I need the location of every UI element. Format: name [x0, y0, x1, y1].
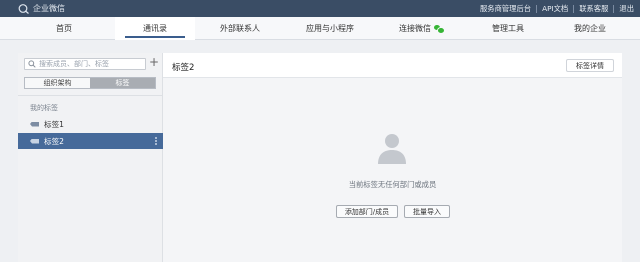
nav-connect-wechat[interactable]: 连接微信: [376, 17, 466, 40]
top-header: 企业微信 服务商管理后台 API文档 联系客服 退出: [0, 0, 640, 17]
top-links: 服务商管理后台 API文档 联系客服 退出: [480, 4, 634, 14]
nav-management-tools[interactable]: 管理工具: [466, 17, 550, 40]
wechat-icon: [434, 25, 445, 34]
nav-apps[interactable]: 应用与小程序: [284, 17, 376, 40]
tag-icon: [30, 138, 39, 144]
tag-label: 标签1: [44, 119, 65, 129]
active-tab-indicator: [125, 36, 185, 38]
search-input[interactable]: 搜索成员、部门、标签: [24, 58, 146, 70]
nav-external-contacts-label: 外部联系人: [220, 24, 260, 33]
main-panel: 标签2 标签详情 当前标签无任何部门或成员 添加部门/成员 批量导入: [163, 53, 622, 262]
brand-name: 企业微信: [33, 4, 65, 13]
divider: [18, 95, 162, 96]
divider: [613, 5, 615, 13]
nav-my-company-label: 我的企业: [574, 24, 606, 33]
tab-org-structure[interactable]: 组织架构: [25, 78, 90, 88]
more-options-icon[interactable]: [155, 137, 157, 145]
link-provider-admin[interactable]: 服务商管理后台: [480, 4, 531, 14]
nav-connect-wechat-label: 连接微信: [399, 24, 431, 33]
tag-icon: [30, 121, 39, 127]
divider: [536, 5, 538, 13]
nav-home[interactable]: 首页: [20, 17, 108, 40]
nav-contacts-label: 通讯录: [143, 24, 167, 33]
add-button[interactable]: +: [149, 56, 159, 68]
empty-avatar-icon: [375, 131, 409, 165]
tag-label: 标签2: [44, 136, 65, 146]
search-placeholder: 搜索成员、部门、标签: [39, 60, 109, 68]
link-api-docs[interactable]: API文档: [542, 4, 568, 14]
divider: [573, 5, 575, 13]
nav-contacts[interactable]: 通讯录: [115, 17, 195, 40]
search-icon: [28, 60, 36, 68]
link-logout[interactable]: 退出: [619, 4, 634, 14]
main-header: 标签2 标签详情: [163, 53, 622, 78]
nav-management-tools-label: 管理工具: [492, 24, 524, 33]
link-contact-support[interactable]: 联系客服: [579, 4, 608, 14]
nav-my-company[interactable]: 我的企业: [550, 17, 630, 40]
nav-external-contacts[interactable]: 外部联系人: [196, 17, 284, 40]
tag-item-1[interactable]: 标签1: [18, 116, 163, 132]
tab-tags[interactable]: 标签: [90, 78, 155, 88]
tag-details-button[interactable]: 标签详情: [566, 59, 614, 72]
add-members-button[interactable]: 添加部门/成员: [336, 205, 398, 218]
main-nav: 首页 通讯录 外部联系人 应用与小程序 连接微信 管理工具 我的企业: [0, 17, 640, 40]
nav-home-label: 首页: [56, 24, 72, 33]
empty-state-text: 当前标签无任何部门或成员: [348, 180, 437, 189]
section-title-my-tags: 我的标签: [30, 104, 58, 112]
nav-apps-label: 应用与小程序: [306, 24, 354, 33]
page-title: 标签2: [172, 63, 195, 73]
batch-import-button[interactable]: 批量导入: [404, 205, 450, 218]
sidebar: 搜索成员、部门、标签 + 组织架构 标签 我的标签 标签1 标签2: [18, 53, 163, 262]
tag-item-2[interactable]: 标签2: [18, 133, 163, 149]
sidebar-tab-switch: 组织架构 标签: [24, 77, 156, 89]
wework-logo-icon: [18, 3, 30, 14]
brand[interactable]: 企业微信: [18, 3, 65, 14]
right-gutter: [622, 53, 640, 262]
